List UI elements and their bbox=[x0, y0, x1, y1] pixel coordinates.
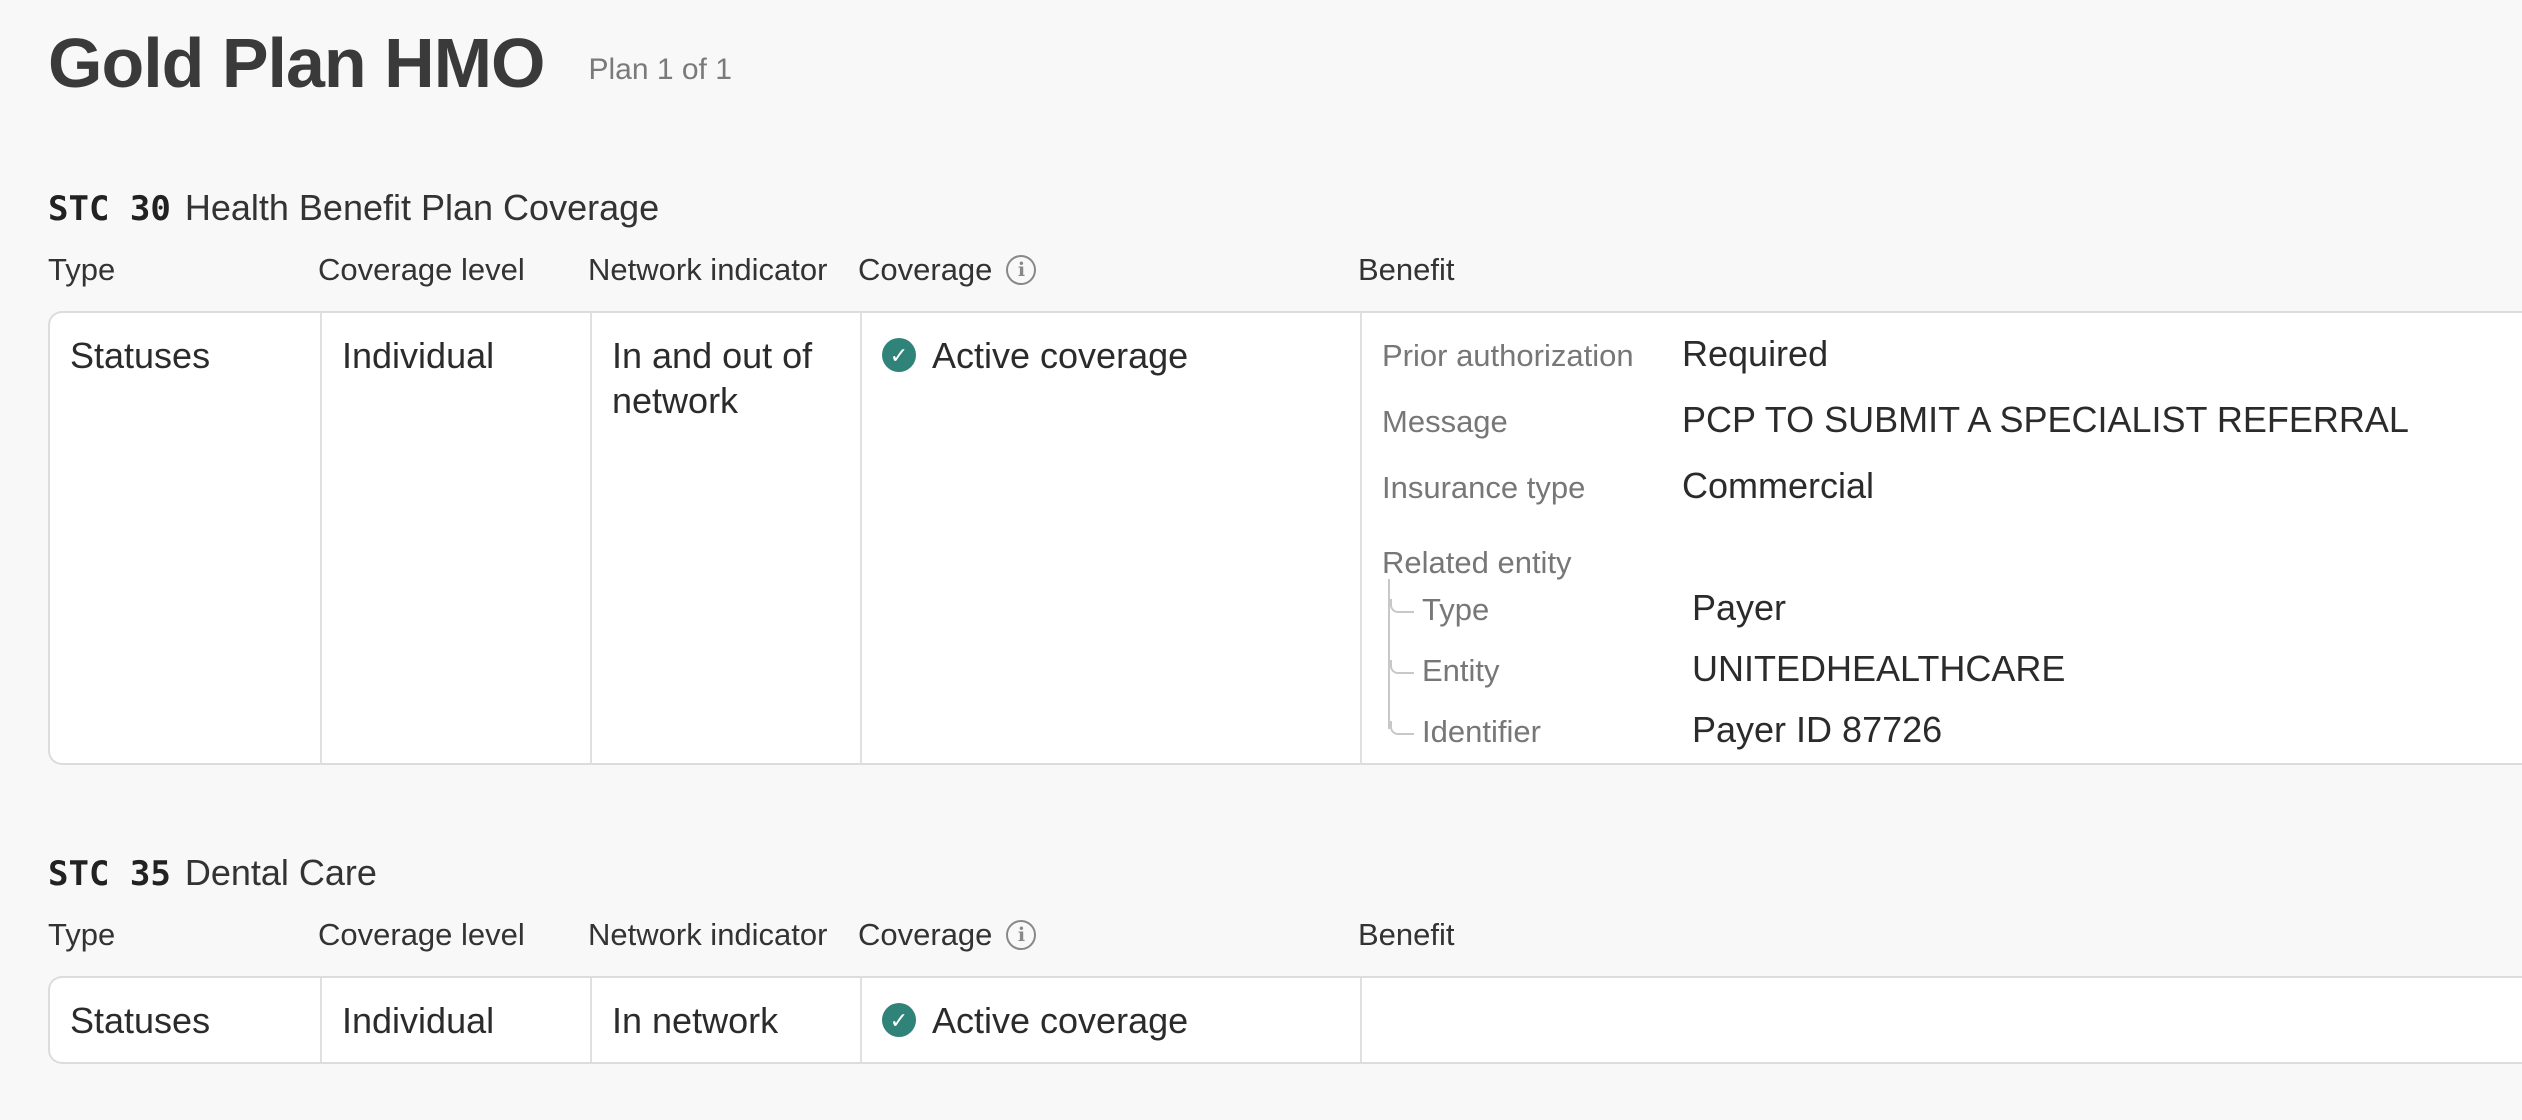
section-stc-30: STC 30 Health Benefit Plan Coverage Type… bbox=[48, 183, 2522, 765]
column-header-type: Type bbox=[48, 252, 116, 287]
cell-coverage-level: Individual bbox=[320, 313, 590, 763]
related-entity-value: UNITEDHEALTHCARE bbox=[1692, 648, 2066, 689]
benefit-value: Commercial bbox=[1682, 465, 1875, 506]
column-header-benefit: Benefit bbox=[1358, 252, 1455, 287]
check-circle-icon: ✓ bbox=[882, 338, 916, 372]
cell-type: Statuses bbox=[70, 335, 211, 376]
section-name: Health Benefit Plan Coverage bbox=[184, 187, 660, 228]
cell-coverage-level: Individual bbox=[320, 978, 590, 1062]
cell-benefit bbox=[1360, 978, 2522, 1062]
column-header-network-indicator: Network indicator bbox=[588, 252, 828, 287]
info-icon[interactable]: i bbox=[1006, 920, 1037, 950]
section-title: STC 35 Dental Care bbox=[48, 848, 2522, 898]
related-entity-value: Payer bbox=[1692, 587, 1787, 628]
stc-code: STC 30 bbox=[48, 189, 171, 229]
column-header-coverage: Coverage i bbox=[858, 245, 1037, 295]
cell-network-indicator: In and out of network bbox=[590, 313, 860, 763]
check-circle-icon: ✓ bbox=[882, 1003, 916, 1037]
benefit-label: Prior authorization bbox=[1382, 338, 1634, 373]
benefit-value: PCP TO SUBMIT A SPECIALIST REFERRAL bbox=[1682, 399, 2409, 440]
benefit-label: Related entity bbox=[1382, 545, 1572, 580]
section-stc-35: STC 35 Dental Care Type Coverage level N… bbox=[48, 848, 2522, 1064]
column-header-coverage-level: Coverage level bbox=[318, 252, 525, 287]
related-entity-type: Type Payer bbox=[1390, 585, 2502, 646]
column-header-coverage: Coverage i bbox=[858, 910, 1037, 960]
benefit-row-related-entity: Related entity bbox=[1382, 529, 2502, 585]
network-indicator-value: In and out of network bbox=[612, 335, 813, 421]
cell-benefit: Prior authorization Required Message PCP… bbox=[1360, 313, 2522, 763]
column-headers: Type Coverage level Network indicator Co… bbox=[48, 245, 2522, 295]
related-entity-tree: Type Payer Entity UNITEDHEALTHCARE Ident… bbox=[1382, 579, 2502, 768]
column-header-coverage-level: Coverage level bbox=[318, 917, 525, 952]
benefit-label: Message bbox=[1382, 404, 1508, 439]
page-header: Gold Plan HMO Plan 1 of 1 bbox=[48, 22, 732, 104]
benefit-row-prior-authorization: Prior authorization Required bbox=[1382, 331, 2502, 397]
column-header-type: Type bbox=[48, 917, 116, 952]
related-entity-label: Entity bbox=[1422, 653, 1500, 688]
benefit-row-message: Message PCP TO SUBMIT A SPECIALIST REFER… bbox=[1382, 397, 2502, 463]
plan-count: Plan 1 of 1 bbox=[588, 53, 732, 86]
cell-coverage: ✓ Active coverage bbox=[860, 978, 1360, 1062]
benefit-value: Required bbox=[1682, 333, 1829, 374]
related-entity-label: Type bbox=[1422, 592, 1490, 627]
section-name: Dental Care bbox=[184, 852, 377, 893]
info-icon[interactable]: i bbox=[1006, 255, 1037, 285]
column-headers: Type Coverage level Network indicator Co… bbox=[48, 910, 2522, 960]
coverage-status: Active coverage bbox=[932, 335, 1189, 376]
column-header-network-indicator: Network indicator bbox=[588, 917, 828, 952]
related-entity-entity: Entity UNITEDHEALTHCARE bbox=[1390, 646, 2502, 707]
related-entity-value: Payer ID 87726 bbox=[1692, 709, 1943, 750]
benefit-row-insurance-type: Insurance type Commercial bbox=[1382, 463, 2502, 529]
related-entity-identifier: Identifier Payer ID 87726 bbox=[1390, 707, 2502, 768]
page-title: Gold Plan HMO bbox=[48, 24, 545, 102]
coverage-status: Active coverage bbox=[932, 1000, 1189, 1041]
cell-coverage: ✓ Active coverage bbox=[860, 313, 1360, 763]
column-header-coverage-label: Coverage bbox=[858, 917, 993, 952]
stc-code: STC 35 bbox=[48, 854, 171, 894]
benefit-label: Insurance type bbox=[1382, 470, 1586, 505]
cell-network-indicator: In network bbox=[590, 978, 860, 1062]
related-entity-label: Identifier bbox=[1422, 714, 1541, 749]
column-header-coverage-label: Coverage bbox=[858, 252, 993, 287]
section-title: STC 30 Health Benefit Plan Coverage bbox=[48, 183, 2522, 233]
column-header-benefit: Benefit bbox=[1358, 917, 1455, 952]
cell-type: Statuses bbox=[70, 1000, 211, 1041]
table-row: Statuses Individual In network ✓ Active … bbox=[48, 976, 2522, 1064]
table-row: Statuses Individual In and out of networ… bbox=[48, 311, 2522, 765]
